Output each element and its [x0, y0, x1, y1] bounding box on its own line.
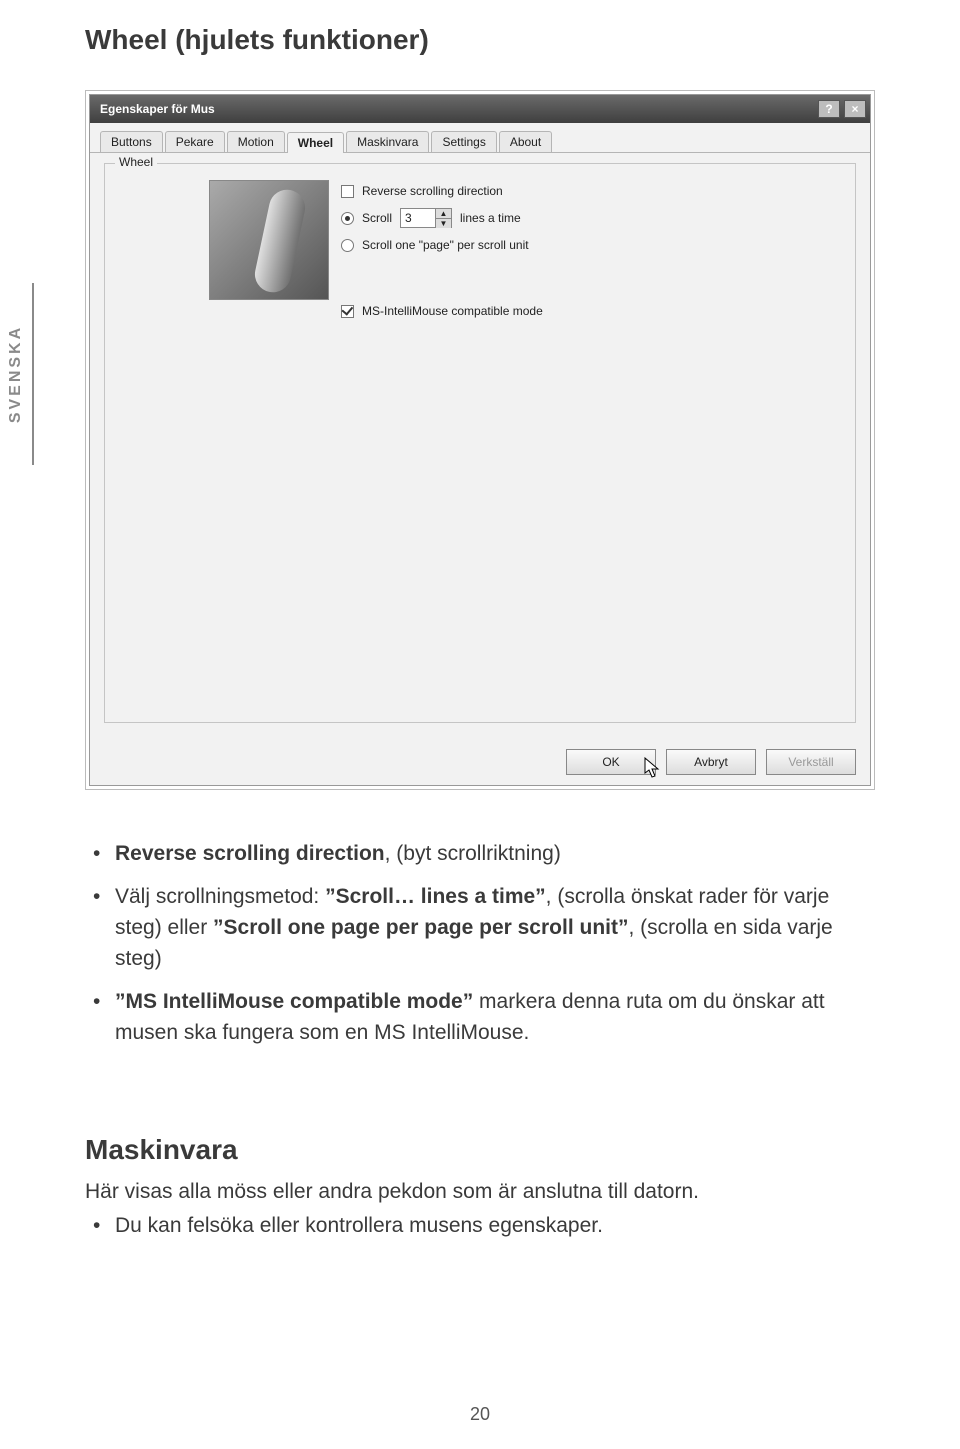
bullet2-term2: ”Scroll one page per page per scroll uni…: [213, 916, 628, 939]
lines-value[interactable]: 3: [401, 209, 435, 227]
page-number: 20: [0, 1404, 960, 1425]
tab-pekare[interactable]: Pekare: [165, 131, 225, 152]
titlebar-text: Egenskaper för Mus: [100, 102, 215, 116]
dialog-screenshot: Egenskaper för Mus ? × Buttons Pekare Mo…: [85, 90, 875, 790]
wheel-image: [209, 180, 329, 300]
bullet-scroll-method: Välj scrollningsmetod: ”Scroll… lines a …: [85, 881, 845, 974]
tab-wheel[interactable]: Wheel: [287, 132, 344, 153]
scroll-page-radio[interactable]: [341, 239, 354, 252]
ok-button[interactable]: OK: [566, 749, 656, 775]
bullet-intellimouse: ”MS IntelliMouse compatible mode” marker…: [85, 986, 845, 1048]
bullet2-term1: ”Scroll… lines a time”: [325, 885, 546, 908]
apply-button[interactable]: Verkställ: [766, 749, 856, 775]
language-side-tab: SVENSKA: [0, 283, 34, 465]
spinner-down-icon[interactable]: ▼: [435, 219, 451, 228]
bullet-reverse: Reverse scrolling direction, (byt scroll…: [85, 838, 845, 869]
bullet-reverse-tail: , (byt scrollriktning): [385, 842, 561, 865]
wheel-controls: Reverse scrolling direction Scroll 3 ▲ ▼: [341, 180, 843, 318]
tab-buttons[interactable]: Buttons: [100, 131, 163, 152]
body-bullets: Reverse scrolling direction, (byt scroll…: [85, 838, 845, 1060]
intellimouse-checkbox[interactable]: [341, 305, 354, 318]
tab-maskinvara[interactable]: Maskinvara: [346, 131, 429, 152]
scroll-page-label: Scroll one "page" per scroll unit: [362, 238, 529, 252]
language-side-tab-label: SVENSKA: [7, 325, 25, 423]
dialog-buttons: OK Avbryt Verkställ: [90, 739, 870, 785]
lines-suffix-label: lines a time: [460, 211, 521, 225]
maskinvara-intro: Här visas alla möss eller andra pekdon s…: [85, 1176, 845, 1207]
intellimouse-label: MS-IntelliMouse compatible mode: [362, 304, 543, 318]
close-button[interactable]: ×: [844, 100, 866, 118]
tab-motion[interactable]: Motion: [227, 131, 285, 152]
scroll-label: Scroll: [362, 211, 392, 225]
help-button[interactable]: ?: [818, 100, 840, 118]
lines-spinner[interactable]: 3 ▲ ▼: [400, 208, 452, 228]
page-title: Wheel (hjulets funktioner): [85, 24, 429, 56]
maskinvara-bullets: • Du kan felsöka eller kontrollera musen…: [85, 1210, 845, 1241]
groupbox-label: Wheel: [115, 155, 157, 169]
maskinvara-bullet-text: Du kan felsöka eller kontrollera musens …: [115, 1214, 603, 1237]
tab-body: Wheel Reverse scrolling direction Scroll: [90, 153, 870, 739]
tab-about[interactable]: About: [499, 131, 552, 152]
reverse-label: Reverse scrolling direction: [362, 184, 503, 198]
titlebar: Egenskaper för Mus ? ×: [90, 95, 870, 123]
scroll-lines-radio[interactable]: [341, 212, 354, 225]
bullet3-term: ”MS IntelliMouse compatible mode”: [115, 990, 473, 1013]
bullet-reverse-term: Reverse scrolling direction: [115, 842, 385, 865]
wheel-groupbox: Wheel Reverse scrolling direction Scroll: [104, 163, 856, 723]
maskinvara-heading: Maskinvara: [85, 1134, 238, 1166]
tab-settings[interactable]: Settings: [431, 131, 496, 152]
reverse-checkbox[interactable]: [341, 185, 354, 198]
spinner-up-icon[interactable]: ▲: [435, 209, 451, 219]
cancel-button[interactable]: Avbryt: [666, 749, 756, 775]
mouse-properties-dialog: Egenskaper för Mus ? × Buttons Pekare Mo…: [89, 94, 871, 786]
tabs-row: Buttons Pekare Motion Wheel Maskinvara S…: [90, 123, 870, 153]
bullet2-lead: Välj scrollningsmetod:: [115, 885, 325, 908]
